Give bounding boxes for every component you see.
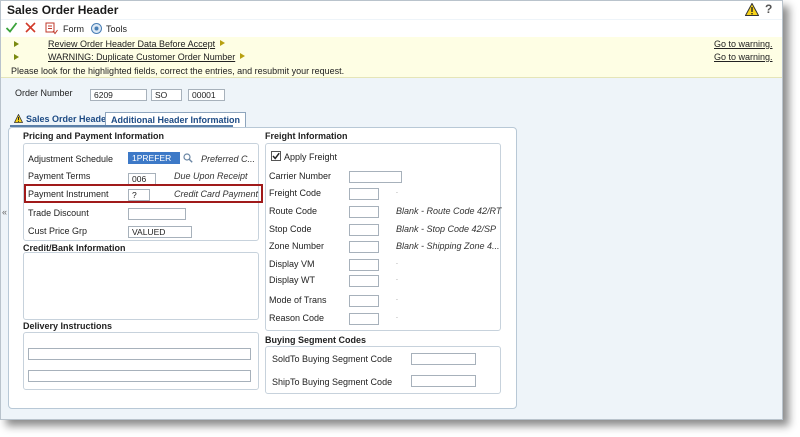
message-row: Review Order Header Data Before Accept G…	[1, 39, 782, 51]
buying-segment-section-title: Buying Segment Codes	[265, 335, 367, 345]
stop-code-label: Stop Code	[269, 224, 312, 234]
message-arrow-icon	[240, 53, 246, 59]
message-text: WARNING: Duplicate Customer Order Number	[48, 52, 236, 62]
delivery-instructions-line-1[interactable]	[28, 348, 251, 360]
search-icon[interactable]	[183, 153, 193, 163]
message-link[interactable]: WARNING: Duplicate Customer Order Number	[48, 52, 246, 62]
carrier-number-field[interactable]	[349, 171, 402, 183]
adjustment-schedule-field[interactable]: 1PREFER	[128, 152, 180, 164]
message-row: WARNING: Duplicate Customer Order Number…	[1, 52, 782, 64]
apply-freight-checkbox[interactable]	[271, 151, 281, 161]
payment-terms-desc: Due Upon Receipt	[174, 171, 248, 181]
mode-of-trans-label: Mode of Trans	[269, 295, 327, 305]
title-bar: Sales Order Header ?	[1, 1, 782, 19]
toolbar: Form Tools	[1, 20, 782, 38]
order-number-label: Order Number	[15, 88, 73, 98]
go-to-warning-link[interactable]: Go to warning.	[714, 52, 773, 62]
expand-arrow-icon[interactable]	[14, 41, 19, 47]
double-chevron-left-icon[interactable]: «	[2, 207, 7, 217]
adjustment-schedule-label: Adjustment Schedule	[28, 154, 114, 164]
adjustment-schedule-desc: Preferred C...	[201, 154, 256, 164]
payment-instrument-desc: Credit Card Payment	[174, 189, 259, 199]
stop-code-desc: Blank - Stop Code 42/SP	[396, 224, 497, 234]
cust-price-grp-label: Cust Price Grp	[28, 226, 88, 236]
cust-price-grp-field[interactable]: VALUED	[128, 226, 192, 238]
form-menu-icon[interactable]	[45, 22, 58, 35]
checkmark-icon[interactable]	[5, 21, 18, 34]
stop-code-field[interactable]	[349, 224, 379, 236]
trade-discount-label: Trade Discount	[28, 208, 89, 218]
delivery-section-title: Delivery Instructions	[23, 321, 113, 331]
shipto-buying-segment-field[interactable]	[411, 375, 476, 387]
apply-freight-label: Apply Freight	[284, 152, 338, 162]
go-to-warning-link[interactable]: Go to warning.	[714, 39, 773, 49]
tab-label: Sales Order Header	[26, 114, 110, 124]
route-code-label: Route Code	[269, 206, 318, 216]
display-wt-field[interactable]	[349, 275, 379, 287]
sales-order-header-window: Sales Order Header ? Form Tools Review O…	[0, 0, 783, 420]
freight-code-field[interactable]	[349, 188, 379, 200]
display-vm-label: Display VM	[269, 259, 315, 269]
message-link[interactable]: Review Order Header Data Before Accept	[48, 39, 226, 49]
reason-code-label: Reason Code	[269, 313, 325, 323]
message-arrow-icon	[220, 40, 226, 46]
payment-instrument-label: Payment Instrument	[28, 189, 109, 199]
zone-number-label: Zone Number	[269, 241, 325, 251]
warning-triangle-icon	[14, 114, 23, 123]
reason-code-field[interactable]	[349, 313, 379, 325]
display-vm-desc: .	[396, 259, 398, 266]
route-code-desc: Blank - Route Code 42/RT	[396, 206, 502, 216]
soldto-buying-segment-label: SoldTo Buying Segment Code	[272, 354, 393, 364]
zone-number-desc: Blank - Shipping Zone 4...	[396, 241, 500, 251]
payment-instrument-field[interactable]: ?	[128, 189, 150, 201]
freight-code-desc: .	[396, 188, 398, 195]
order-number-field[interactable]: 6209	[90, 89, 147, 101]
shipto-buying-segment-label: ShipTo Buying Segment Code	[272, 377, 393, 387]
delivery-instructions-line-2[interactable]	[28, 370, 251, 382]
display-wt-desc: .	[396, 275, 398, 282]
message-text: Review Order Header Data Before Accept	[48, 39, 216, 49]
credit-bank-group	[23, 252, 259, 320]
carrier-number-label: Carrier Number	[269, 171, 332, 181]
warning-triangle-icon[interactable]	[745, 3, 759, 16]
resubmit-message: Please look for the highlighted fields, …	[11, 66, 345, 76]
zone-number-field[interactable]	[349, 241, 379, 253]
expand-arrow-icon[interactable]	[14, 54, 19, 60]
mode-of-trans-field[interactable]	[349, 295, 379, 307]
page-title: Sales Order Header	[7, 3, 119, 17]
freight-code-label: Freight Code	[269, 188, 322, 198]
mode-of-trans-desc: .	[396, 295, 398, 302]
order-type-field[interactable]: SO	[151, 89, 182, 101]
message-bar: Review Order Header Data Before Accept G…	[1, 37, 782, 78]
reason-code-desc: .	[396, 313, 398, 320]
display-vm-field[interactable]	[349, 259, 379, 271]
tools-gear-icon[interactable]	[90, 22, 103, 35]
pricing-section-title: Pricing and Payment Information	[23, 131, 165, 141]
form-menu-button[interactable]: Form	[63, 24, 84, 34]
route-code-field[interactable]	[349, 206, 379, 218]
close-icon[interactable]	[24, 21, 37, 34]
order-company-field[interactable]: 00001	[188, 89, 225, 101]
display-wt-label: Display WT	[269, 275, 316, 285]
help-icon[interactable]: ?	[765, 2, 772, 16]
payment-terms-label: Payment Terms	[28, 171, 91, 181]
freight-section-title: Freight Information	[265, 131, 348, 141]
trade-discount-field[interactable]	[128, 208, 186, 220]
soldto-buying-segment-field[interactable]	[411, 353, 476, 365]
tools-menu-button[interactable]: Tools	[106, 24, 127, 34]
